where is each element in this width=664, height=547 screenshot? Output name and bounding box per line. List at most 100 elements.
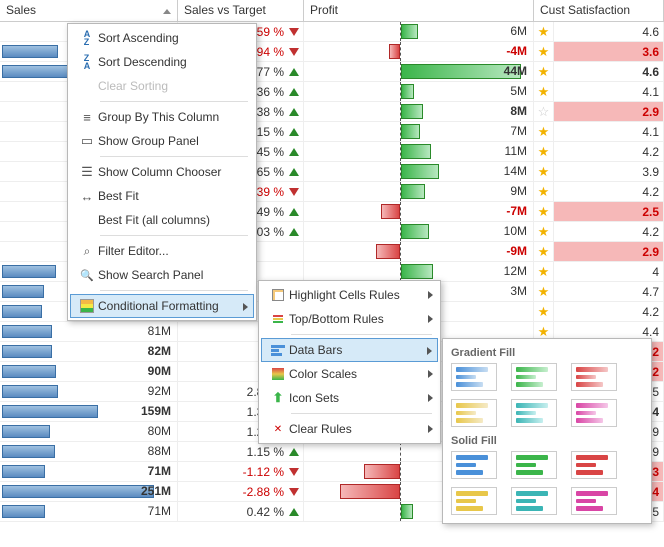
star-cell: ★ [534,162,554,181]
sales-value: 159M [141,404,171,418]
header-sales-vs-target[interactable]: Sales vs Target [178,0,304,21]
menu-separator [100,101,248,102]
menu-best-fit-all[interactable]: Best Fit (all columns) [70,208,254,232]
menu-sort-descending[interactable]: ZASort Descending [70,50,254,74]
menu-highlight-cells-rules[interactable]: Highlight Cells Rules [261,283,438,307]
profit-cell: 44M [304,62,534,81]
header-cust-satisfaction[interactable]: Cust Satisfaction [534,0,664,21]
profit-databar [401,184,425,199]
profit-value: 14M [504,164,527,178]
profit-value: 44M [504,64,527,78]
submenu-arrow-icon [428,394,433,402]
satisfaction-cell: 4.1 [554,122,664,141]
sales-cell: 71M [0,502,178,521]
sort-desc-icon: ZA [76,54,98,70]
sales-value: 71M [148,504,171,518]
star-cell: ★ [534,82,554,101]
profit-cell: 14M [304,162,534,181]
profit-zero-line [400,442,401,461]
menu-separator [291,334,432,335]
databar-gradient-red[interactable] [571,363,617,391]
satisfaction-cell: 4 [554,262,664,281]
databar-solid-green[interactable] [511,451,557,479]
menu-label: Data Bars [289,343,342,357]
databar-solid-pink[interactable] [571,487,617,515]
databar-solid-blue[interactable] [451,451,497,479]
trend-up-icon [289,128,299,136]
menu-best-fit[interactable]: Best Fit [70,184,254,208]
menu-filter-editor[interactable]: Filter Editor... [70,239,254,263]
sales-cell: 71M [0,462,178,481]
header-sales[interactable]: Sales [0,0,178,21]
menu-clear-rules[interactable]: Clear Rules [261,417,438,441]
menu-label: Best Fit (all columns) [98,213,210,227]
data-bars-gallery: Gradient Fill Solid Fill [442,338,652,524]
databar-gradient-green[interactable] [511,363,557,391]
databar-gradient-pink[interactable] [571,399,617,427]
databar-gradient-yellow[interactable] [451,399,497,427]
satisfaction-cell: 2.9 [554,242,664,261]
satisfaction-cell: 3.6 [554,42,664,61]
star-filled-icon: ★ [538,244,550,260]
profit-databar [364,464,400,479]
svt-value: -1.12 % [243,465,284,479]
trend-down-icon [289,28,299,36]
data-bars-icon [267,345,289,356]
star-cell: ★ [534,142,554,161]
trend-up-icon [289,228,299,236]
sales-value: 71M [148,464,171,478]
profit-zero-line [400,462,401,481]
menu-icon-sets[interactable]: Icon Sets [261,386,438,410]
menu-data-bars[interactable]: Data Bars [261,338,438,362]
submenu-arrow-icon [428,315,433,323]
profit-databar [340,484,400,499]
menu-show-search-panel[interactable]: Show Search Panel [70,263,254,287]
databar-gradient-cyan[interactable] [511,399,557,427]
sales-value: 80M [148,424,171,438]
profit-databar [401,84,414,99]
sales-value: 251M [141,484,171,498]
menu-label: Clear Sorting [98,79,168,93]
profit-zero-line [400,482,401,501]
sales-databar [2,385,58,398]
star-filled-icon: ★ [538,284,550,300]
profit-cell: 7M [304,122,534,141]
sales-value: 81M [148,324,171,338]
menu-group-by-column[interactable]: Group By This Column [70,105,254,129]
filter-icon [76,244,98,259]
menu-sort-ascending[interactable]: AZSort Ascending [70,26,254,50]
header-profit[interactable]: Profit [304,0,534,21]
satisfaction-cell: 4.7 [554,282,664,301]
sales-cell: 81M [0,322,178,341]
satisfaction-cell: 4.1 [554,82,664,101]
profit-value: 12M [504,264,527,278]
sales-cell: 90M [0,362,178,381]
databar-solid-red[interactable] [571,451,617,479]
svt-value: -2.88 % [243,485,284,499]
databar-solid-yellow[interactable] [451,487,497,515]
trend-up-icon [289,68,299,76]
profit-cell: 12M [304,262,534,281]
profit-databar [381,204,400,219]
profit-databar [401,144,431,159]
satisfaction-cell: 4.6 [554,62,664,81]
trend-up-icon [289,168,299,176]
submenu-arrow-icon [428,370,433,378]
gallery-section-gradient: Gradient Fill [451,347,643,359]
menu-show-group-panel[interactable]: Show Group Panel [70,129,254,153]
profit-value: 8M [510,104,527,118]
menu-conditional-formatting[interactable]: Conditional Formatting [70,294,254,318]
databar-solid-cyan[interactable] [511,487,557,515]
sales-databar [2,405,98,418]
databar-gradient-blue[interactable] [451,363,497,391]
star-filled-icon: ★ [538,164,550,180]
menu-separator [100,156,248,157]
menu-top-bottom-rules[interactable]: Top/Bottom Rules [261,307,438,331]
profit-value: 6M [510,24,527,38]
profit-value: 7M [510,124,527,138]
menu-color-scales[interactable]: Color Scales [261,362,438,386]
profit-value: -7M [506,204,527,218]
menu-column-chooser[interactable]: Show Column Chooser [70,160,254,184]
submenu-arrow-icon [428,425,433,433]
color-scales-icon [267,368,289,380]
